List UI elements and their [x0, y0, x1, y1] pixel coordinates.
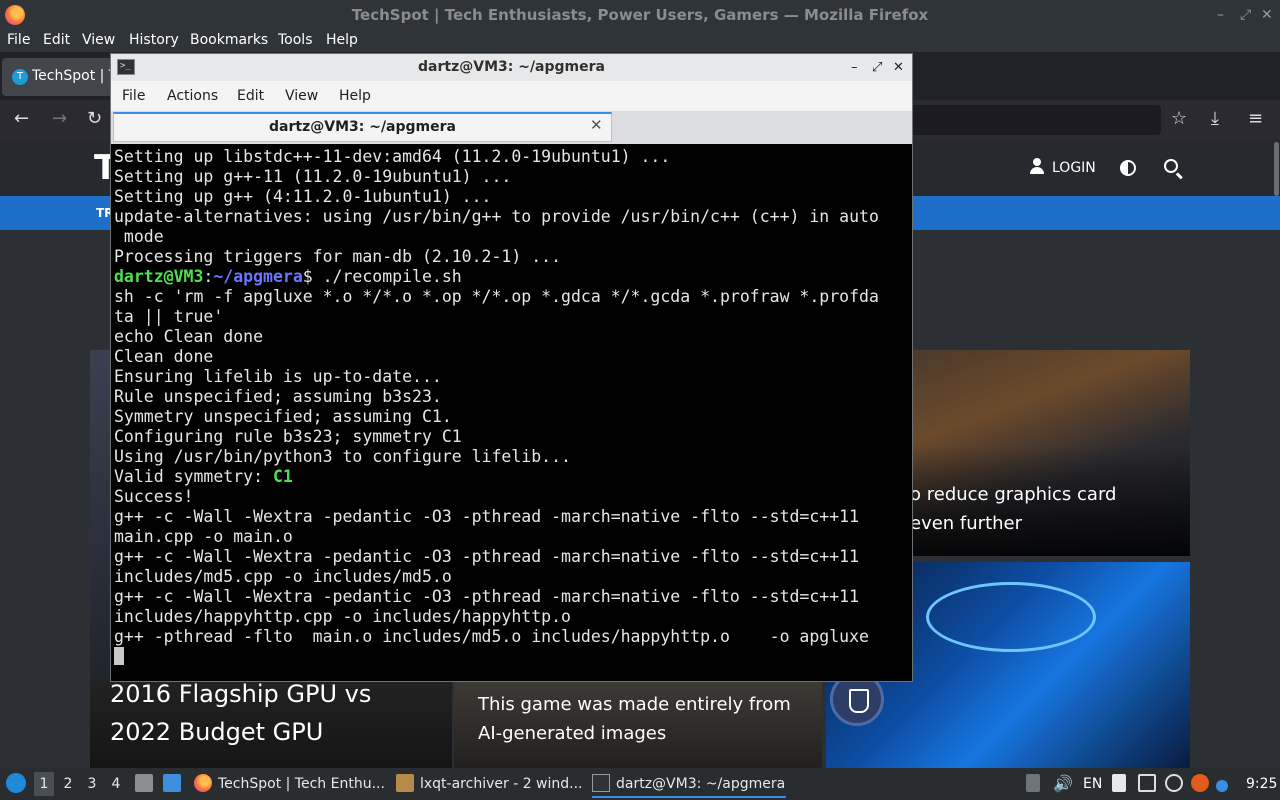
article-title[interactable]: 2016 Flagship GPU vs 2022 Budget GPU: [110, 680, 371, 751]
menu-bookmarks[interactable]: Bookmarks: [190, 32, 268, 48]
menu-edit[interactable]: Edit: [43, 32, 70, 48]
firefox-logo-icon: [5, 5, 25, 25]
article-title[interactable]: o reduce graphics card even further: [910, 480, 1116, 538]
terminal-tab[interactable]: dartz@VM3: ~/apgmera: [113, 112, 612, 142]
network-icon[interactable]: [1138, 768, 1162, 800]
term-menu-help[interactable]: Help: [339, 88, 371, 104]
prompt-user: dartz@VM3: [114, 267, 204, 286]
tab-label: TechSpot | T: [32, 68, 118, 84]
terminal-app-icon[interactable]: >_: [117, 59, 135, 75]
firefox-window-title: TechSpot | Tech Enthusiasts, Power Users…: [351, 6, 929, 24]
article-card-image[interactable]: [90, 350, 112, 680]
forward-icon[interactable]: →: [52, 108, 67, 129]
term-menu-file[interactable]: File: [122, 88, 145, 104]
restore-icon[interactable]: ⤢: [872, 54, 882, 81]
update-icon[interactable]: [1191, 768, 1215, 800]
power-icon[interactable]: [1165, 768, 1189, 800]
term-menu-edit[interactable]: Edit: [237, 88, 264, 104]
task-terminal[interactable]: dartz@VM3: ~/apgmera: [592, 770, 786, 798]
task-archiver[interactable]: lxqt-archiver - 2 wind...: [396, 770, 583, 798]
bookmark-star-icon[interactable]: ☆: [1171, 108, 1187, 129]
search-icon[interactable]: [1164, 159, 1178, 173]
volume-icon[interactable]: 🔊: [1053, 768, 1073, 800]
prompt-path: ~/apgmera: [213, 267, 303, 286]
terminal-tab-label: dartz@VM3: ~/apgmera: [269, 119, 456, 135]
valid-symmetry-value: C1: [272, 467, 293, 486]
download-icon[interactable]: ⤓: [1211, 108, 1219, 129]
workspace-3[interactable]: 3: [82, 772, 102, 796]
login-link[interactable]: LOGIN: [1030, 158, 1096, 176]
minimize-icon[interactable]: –: [851, 54, 858, 81]
firefox-titlebar: TechSpot | Tech Enthusiasts, Power Users…: [0, 0, 1280, 30]
reload-icon[interactable]: ↻: [87, 108, 102, 129]
terminal-lines: sh -c 'rm -f apgluxe *.o */*.o *.op */*.…: [114, 287, 879, 466]
task-label: lxqt-archiver - 2 wind...: [420, 776, 583, 792]
workspace-2[interactable]: 2: [58, 772, 78, 796]
task-label: dartz@VM3: ~/apgmera: [616, 776, 786, 792]
terminal-lines: Success! g++ -c -Wall -Wextra -pedantic …: [114, 487, 869, 646]
article-title[interactable]: This game was made entirely from AI-gene…: [478, 690, 791, 748]
terminal-titlebar[interactable]: dartz@VM3: ~/apgmera: [111, 54, 912, 81]
menu-view[interactable]: View: [82, 32, 115, 48]
firefox-icon: [194, 774, 212, 792]
term-menu-view[interactable]: View: [285, 88, 318, 104]
menu-help[interactable]: Help: [326, 32, 358, 48]
user-icon: [1030, 158, 1044, 174]
terminal-cursor: [114, 647, 124, 665]
minimize-icon[interactable]: –: [1217, 0, 1224, 30]
task-firefox[interactable]: TechSpot | Tech Enthu...: [194, 770, 385, 798]
back-icon[interactable]: ←: [14, 108, 29, 129]
terminal-menubar: File Actions Edit View Help: [111, 81, 912, 111]
tab-techspot[interactable]: T TechSpot | T: [2, 58, 120, 96]
menu-file[interactable]: File: [7, 32, 30, 48]
terminal-window-title: dartz@VM3: ~/apgmera: [418, 59, 605, 75]
url-bar[interactable]: [911, 105, 1161, 135]
workspace-1[interactable]: 1: [34, 772, 54, 796]
techspot-favicon-icon: T: [12, 69, 28, 85]
close-icon[interactable]: ✕: [1261, 0, 1273, 30]
close-icon[interactable]: ✕: [893, 54, 904, 81]
task-label: TechSpot | Tech Enthu...: [218, 776, 385, 792]
notes-icon[interactable]: [1112, 768, 1132, 800]
file-manager-icon[interactable]: [135, 768, 159, 800]
menu-tools[interactable]: Tools: [278, 32, 313, 48]
contrast-toggle-icon[interactable]: [1120, 160, 1136, 176]
info-icon[interactable]: [1216, 768, 1234, 800]
article-card-ai-game[interactable]: This game was made entirely from AI-gene…: [454, 680, 822, 768]
workspace-4[interactable]: 4: [106, 772, 126, 796]
terminal-lines: Setting up libstdc++-11-dev:amd64 (11.2.…: [114, 147, 879, 266]
terminal-output[interactable]: Setting up libstdc++-11-dev:amd64 (11.2.…: [112, 145, 910, 681]
terminal-icon: [592, 774, 610, 792]
show-desktop-icon[interactable]: [163, 768, 187, 800]
archive-icon: [396, 774, 414, 792]
menu-history[interactable]: History: [129, 32, 179, 48]
tab-close-icon[interactable]: ✕: [590, 116, 603, 134]
article-card-gpu[interactable]: o reduce graphics card even further: [910, 350, 1190, 556]
login-label: LOGIN: [1052, 160, 1096, 176]
clipboard-icon[interactable]: [1026, 768, 1046, 800]
keyboard-layout[interactable]: EN: [1083, 768, 1102, 800]
term-menu-actions[interactable]: Actions: [167, 88, 218, 104]
prompt-separator: :: [203, 267, 214, 286]
firefox-menubar: File Edit View History Bookmarks Tools H…: [0, 30, 1280, 52]
clock[interactable]: 9:25: [1246, 768, 1277, 800]
menu-hamburger-icon[interactable]: ≡: [1248, 108, 1263, 129]
page-scrollbar[interactable]: [1274, 142, 1279, 196]
maximize-icon[interactable]: ⤢: [1240, 0, 1251, 30]
valid-symmetry-label: Valid symmetry:: [114, 467, 273, 486]
article-card-gpu-compare[interactable]: 2016 Flagship GPU vs 2022 Budget GPU: [90, 680, 452, 768]
prompt-command: $ ./recompile.sh: [302, 267, 462, 286]
start-menu-icon[interactable]: [6, 768, 26, 800]
taskbar: 1 2 3 4 TechSpot | Tech Enthu... lxqt-ar…: [0, 768, 1280, 800]
